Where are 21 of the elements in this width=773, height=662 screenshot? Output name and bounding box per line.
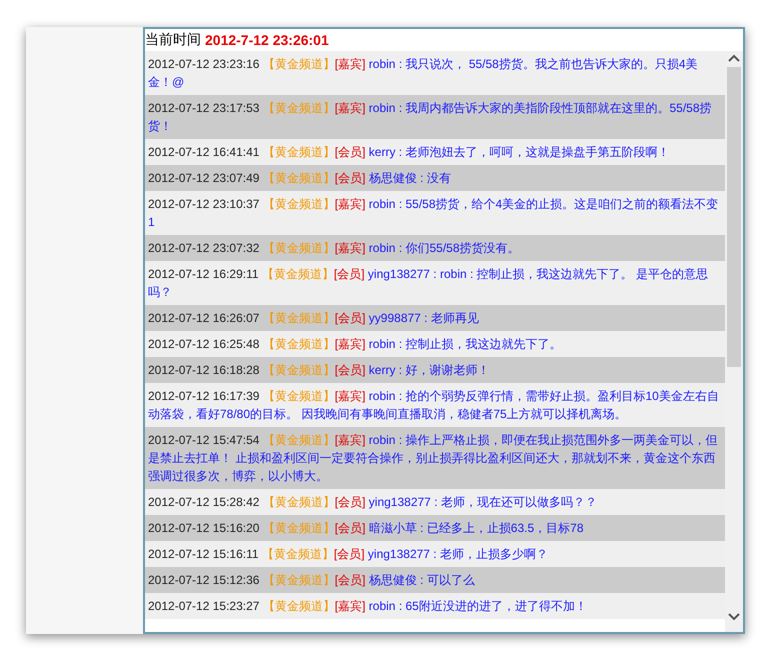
chat-message: 2012-07-12 23:17:53 【黄金频道】[嘉宾] robin : 我周内都告诉大家的美指阶段性顶部就在这里的。55/58捞货！ <box>145 95 725 139</box>
chat-message: 2012-07-12 23:10:37 【黄金频道】[嘉宾] robin : 55/58捞货，给个4美金的止损。这是咱们之前的额看法不变1 <box>145 191 725 235</box>
chat-message: 2012-07-12 16:41:41 【黄金频道】[会员] kerry : 老师泡妞去了，呵呵，这就是操盘手第五阶段啊！ <box>145 139 725 165</box>
chat-message: 2012-07-12 23:23:16 【黄金频道】[嘉宾] robin : 我只说次， 55/58捞货。我之前也告诉大家的。只损4美金！@ <box>145 51 725 95</box>
chat-message: 2012-07-12 16:29:11 【黄金频道】[会员] ying138277 : robin : 控制止损，我这边就先下了。 是平仓的意思吗？ <box>145 261 725 305</box>
scroll-thumb[interactable] <box>727 67 741 367</box>
chat-message: 2012-07-12 15:16:11 【黄金频道】[会员] ying138277 : 老师，止损多少啊？ <box>145 541 725 567</box>
chat-message: 2012-07-12 15:47:54 【黄金频道】[嘉宾] robin : 操作上严格止损，即便在我止损范围外多一两美金可以，但是禁止去扛单！ 止损和盈利区间一定要符合操作，别止损弄得比盈利区间还大，那就划不来，黄金这个东西强调过很多次，博弈，以小博大。 <box>145 427 725 489</box>
chat-message: 2012-07-12 16:18:28 【黄金频道】[会员] kerry : 好，谢谢老师！ <box>145 357 725 383</box>
current-time: 2012-7-12 23:26:01 <box>205 32 329 48</box>
scrollbar[interactable] <box>725 51 743 632</box>
chat-message: 2012-07-12 16:26:07 【黄金频道】[会员] yy998877 : 老师再见 <box>145 305 725 331</box>
chat-message: 2012-07-12 16:17:39 【黄金频道】[嘉宾] robin : 抢的个弱势反弹行情，需带好止损。盈利目标10美金左右自动落袋，看好78/80的目标。 因我晚间有事晚间直播取消，稳健者75上方就可以择机离场。 <box>145 383 725 427</box>
chat-message: 2012-07-12 16:25:48 【黄金频道】[嘉宾] robin : 控制止损，我这边就先下了。 <box>145 331 725 357</box>
chat-message: 2012-07-12 15:12:36 【黄金频道】[会员] 杨思健俊 : 可以了么 <box>145 567 725 593</box>
chat-message: 2012-07-12 23:07:32 【黄金频道】[嘉宾] robin : 你们55/58捞货没有。 <box>145 235 725 261</box>
chat-message: 2012-07-12 15:28:42 【黄金频道】[会员] ying138277 : 老师，现在还可以做多吗？？ <box>145 489 725 515</box>
chat-message: 2012-07-12 15:23:27 【黄金频道】[嘉宾] robin : 65附近没进的进了，进了得不加！ <box>145 593 725 619</box>
current-time-label: 当前时间 <box>145 31 201 49</box>
chat-message: 2012-07-12 23:07:49 【黄金频道】[会员] 杨思健俊 : 没有 <box>145 165 725 191</box>
chat-message: 2012-07-12 15:16:20 【黄金频道】[会员] 暗滋小草 : 已经多上，止损63.5，目标78 <box>145 515 725 541</box>
